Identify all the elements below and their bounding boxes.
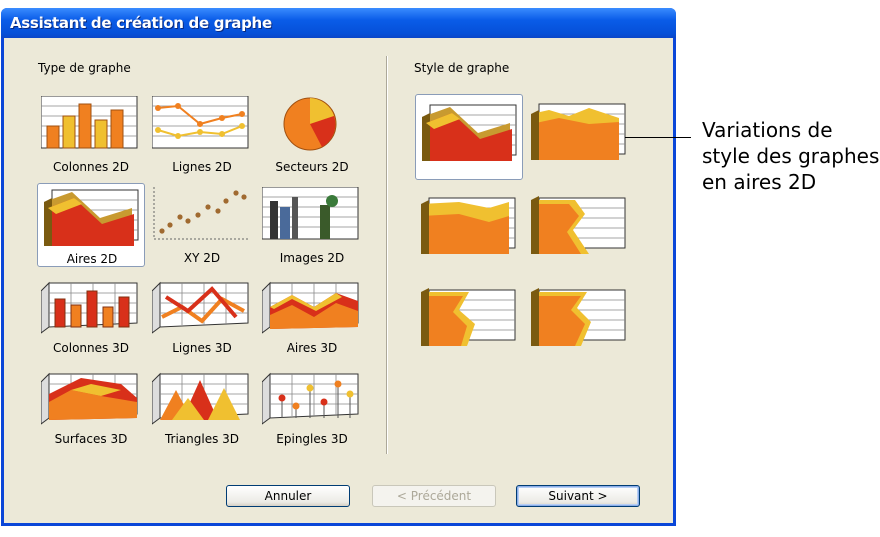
pie-2d-icon — [283, 97, 337, 151]
chart-type-columns-2d[interactable]: Colonnes 2D — [37, 92, 145, 176]
chart-type-label: Aires 3D — [286, 341, 338, 355]
area-style-icon — [531, 196, 626, 254]
chart-type-lines-3d[interactable]: Lignes 3D — [148, 273, 256, 357]
chart-style-option[interactable] — [415, 280, 523, 366]
chart-type-label: Colonnes 3D — [53, 341, 129, 355]
cancel-button[interactable]: Annuler — [226, 485, 350, 507]
chart-style-option[interactable] — [525, 94, 633, 180]
chart-type-triangles-3d[interactable]: Triangles 3D — [148, 364, 256, 448]
chart-type-surfaces-3d[interactable]: Surfaces 3D — [37, 364, 145, 448]
chart-type-xy-2d[interactable]: XY 2D — [148, 183, 256, 267]
chart-style-option[interactable] — [525, 188, 633, 274]
chart-type-areas-2d[interactable]: Aires 2D — [37, 183, 145, 267]
chart-type-label: Images 2D — [279, 251, 345, 265]
chart-type-label: Epingles 3D — [276, 432, 348, 446]
area-style-icon — [422, 104, 517, 161]
panel-divider — [386, 56, 387, 454]
chart-style-option[interactable] — [525, 280, 633, 366]
callout-text: Variations de style des graphes en aires… — [702, 118, 880, 194]
columns-2d-icon — [41, 96, 138, 149]
area-style-icon — [421, 288, 516, 346]
chart-type-images-2d[interactable]: Images 2D — [258, 183, 366, 267]
columns-3d-icon — [41, 281, 138, 334]
area-style-icon — [421, 197, 516, 254]
triangles-3d-icon — [152, 372, 249, 425]
lines-3d-icon — [152, 281, 249, 334]
chart-type-label: Type de graphe — [38, 61, 131, 75]
chart-type-label: Lignes 3D — [172, 341, 232, 355]
chart-type-lines-2d[interactable]: Lignes 2D — [148, 92, 256, 176]
chart-type-label: XY 2D — [183, 251, 221, 265]
chart-type-label: Surfaces 3D — [54, 432, 128, 446]
callout-line — [625, 137, 691, 138]
images-2d-icon — [262, 187, 359, 240]
chart-style-option[interactable] — [415, 188, 523, 274]
chart-style-option[interactable] — [415, 94, 523, 180]
areas-3d-icon — [262, 281, 359, 334]
chart-type-pie-2d[interactable]: Secteurs 2D — [258, 92, 366, 176]
next-button[interactable]: Suivant > — [516, 485, 640, 507]
lines-2d-icon — [152, 96, 249, 149]
pins-3d-icon — [262, 372, 359, 425]
chart-type-pins-3d[interactable]: Epingles 3D — [258, 364, 366, 448]
chart-type-label: Lignes 2D — [172, 160, 232, 174]
chart-type-columns-3d[interactable]: Colonnes 3D — [37, 273, 145, 357]
chart-type-label: Triangles 3D — [164, 432, 240, 446]
area-style-icon — [531, 103, 626, 160]
chart-style-label: Style de graphe — [414, 61, 510, 75]
xy-2d-icon — [153, 187, 248, 240]
previous-button[interactable]: < Précédent — [372, 485, 496, 507]
window-title: Assistant de création de graphe — [10, 14, 272, 32]
chart-type-label: Aires 2D — [66, 252, 118, 266]
chart-type-areas-3d[interactable]: Aires 3D — [258, 273, 366, 357]
chart-type-label: Secteurs 2D — [275, 160, 349, 174]
areas-2d-icon — [44, 189, 139, 246]
chart-type-label: Colonnes 2D — [53, 160, 129, 174]
title-bar[interactable]: Assistant de création de graphe — [1, 8, 676, 38]
area-style-icon — [531, 288, 626, 346]
surfaces-3d-icon — [41, 372, 138, 425]
